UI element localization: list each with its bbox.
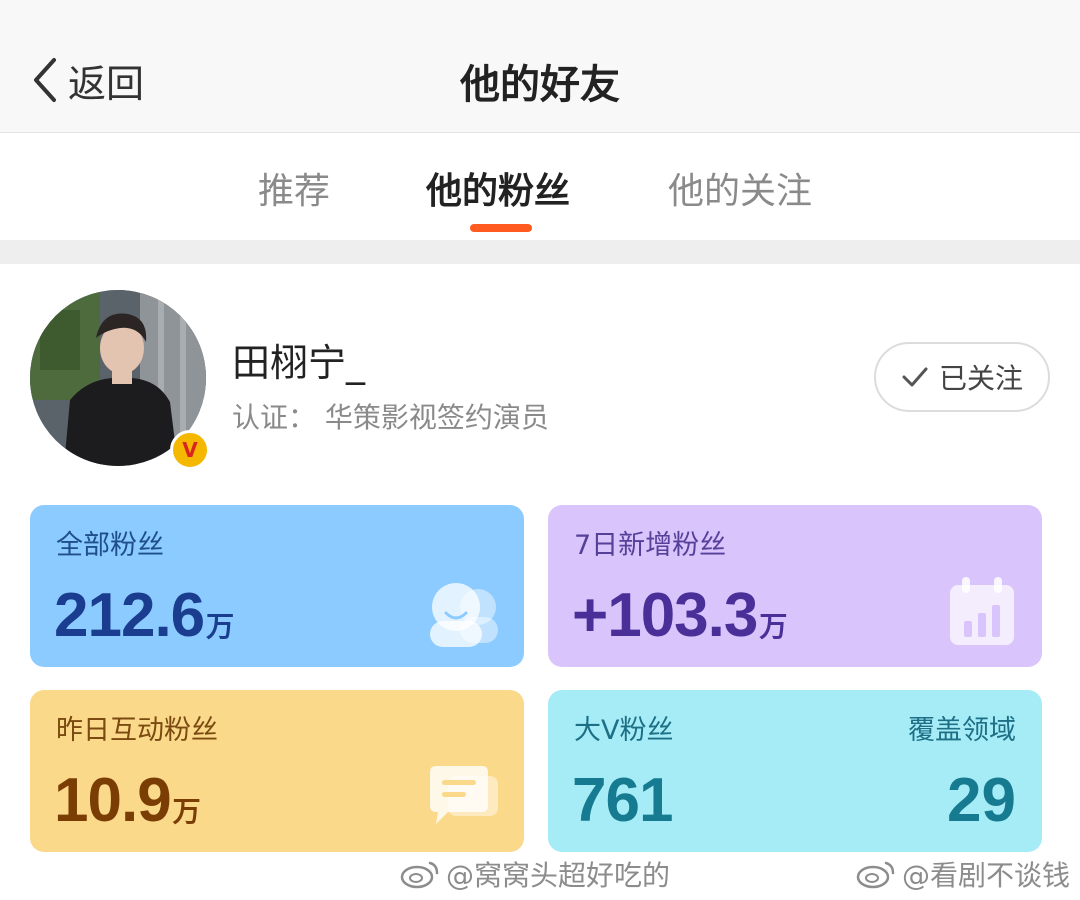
calendar-chart-icon: [950, 577, 1014, 645]
tab-his-following[interactable]: 他的关注: [668, 162, 812, 214]
bigv-fans-label: 大V粉丝: [574, 715, 674, 746]
interactive-fans-card[interactable]: 昨日互动粉丝 10.9万: [30, 690, 524, 852]
verified-badge-icon: V: [170, 430, 210, 470]
coverage-value: 29: [947, 766, 1016, 835]
tab-recommend[interactable]: 推荐: [258, 162, 330, 214]
chat-icon: [430, 766, 498, 824]
page-title: 他的好友: [460, 62, 620, 108]
top-navigation-bar: 返回 他的好友: [0, 0, 1080, 133]
weibo-logo-icon: [856, 861, 895, 889]
watermark-1: @窝窝头超好吃的: [400, 854, 670, 894]
bigv-fans-value: 761: [572, 766, 673, 835]
active-tab-indicator: [470, 224, 532, 232]
certification-text: 认证： 华策影视签约演员: [232, 401, 549, 434]
new-fans-unit: 万: [759, 611, 787, 642]
bigv-fans-card[interactable]: 大V粉丝 覆盖领域 761 29: [548, 690, 1042, 852]
tab-his-fans[interactable]: 他的粉丝: [426, 162, 570, 214]
interactive-fans-value: 10.9万: [54, 766, 201, 835]
watermark-2: @看剧不谈钱: [856, 854, 1070, 894]
all-fans-card[interactable]: 全部粉丝 212.6万: [30, 505, 524, 667]
all-fans-label: 全部粉丝: [56, 530, 164, 561]
following-label: 已关注: [938, 362, 1023, 395]
section-divider: [0, 240, 1080, 264]
user-name[interactable]: 田栩宁_: [232, 332, 365, 387]
interactive-fans-unit: 万: [172, 796, 201, 827]
fans-icon: [430, 583, 498, 647]
interactive-fans-label: 昨日互动粉丝: [56, 715, 218, 746]
tab-bar: 推荐 他的粉丝 他的关注: [0, 134, 1080, 240]
all-fans-value: 212.6万: [54, 581, 234, 650]
profile-section: V 田栩宁_ 认证： 华策影视签约演员 已关注: [0, 264, 1080, 494]
new-fans-7d-card[interactable]: 7日新增粉丝 +103.3万: [548, 505, 1042, 667]
following-button[interactable]: 已关注: [874, 342, 1050, 412]
all-fans-unit: 万: [206, 611, 234, 642]
checkmark-icon: [902, 367, 928, 387]
new-fans-value: +103.3万: [572, 581, 787, 650]
weibo-logo-icon: [400, 861, 439, 889]
new-fans-label: 7日新增粉丝: [574, 530, 727, 561]
coverage-label: 覆盖领域: [908, 715, 1016, 746]
